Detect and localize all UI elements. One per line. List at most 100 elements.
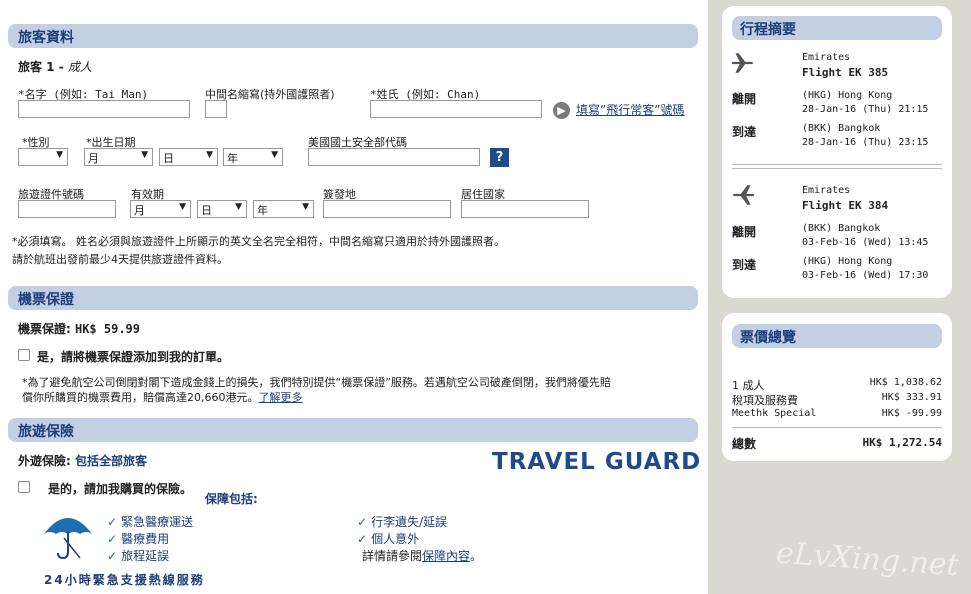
- chevron-down-icon: ▼: [235, 202, 242, 212]
- ticket-protection-price-value: HK$ 59.99: [74, 322, 141, 336]
- ticket-protection-section-header: 機票保證: [8, 286, 698, 310]
- check-icon: ✓: [107, 532, 118, 546]
- hotline-text: 24小時緊急支援熱線服務: [44, 573, 205, 587]
- ticket-protection-checkbox[interactable]: [18, 349, 30, 361]
- insurance-checkbox-label: 是的，請加我購買的保險。: [48, 482, 193, 496]
- arrive-time: 03-Feb-16 (Wed) 17:30: [802, 270, 929, 281]
- arrive-place: (BKK) Bangkok: [802, 123, 881, 134]
- us-security-input[interactable]: [308, 148, 480, 166]
- passenger-section-header: 旅客資料: [8, 24, 698, 48]
- expiry-year-select[interactable]: 年 ▼: [253, 200, 314, 218]
- insurance-section-header: 旅遊保險: [8, 418, 698, 442]
- coverage-details-end: 。: [470, 549, 483, 563]
- coverage-item: ✓ 個人意外: [357, 530, 419, 547]
- coverage-item: ✓ 行李遺失/延誤: [357, 513, 447, 530]
- itinerary-title: 行程摘要: [732, 16, 942, 40]
- fare-row-label: 1 成人: [732, 379, 765, 392]
- required-note: *必須填寫。 姓名必須與旅遊證件上所顯示的英文全名完全相符，中間名縮寫只適用於持…: [12, 235, 505, 248]
- help-icon[interactable]: ?: [490, 148, 509, 167]
- dob-month-select[interactable]: 月 ▼: [84, 148, 153, 166]
- given-name-input[interactable]: [18, 100, 190, 118]
- fare-row-label: Meethk Special: [732, 408, 817, 419]
- expiry-month-value: 月: [134, 204, 145, 217]
- learn-more-link[interactable]: 了解更多: [259, 391, 303, 404]
- ticket-protection-price: 機票保證: HK$ 59.99: [18, 320, 140, 337]
- passenger-heading: 旅客 1 - 成人: [18, 58, 92, 75]
- chevron-down-icon: ▼: [56, 150, 63, 160]
- check-icon: ✓: [107, 515, 118, 529]
- dob-day-select[interactable]: 日 ▼: [159, 148, 218, 166]
- dob-year-select[interactable]: 年 ▼: [223, 148, 283, 166]
- surname-input[interactable]: [370, 100, 542, 118]
- fare-total-value: HK$ 1,272.54: [862, 436, 942, 449]
- middle-name-input[interactable]: [205, 100, 227, 118]
- fare-divider: [732, 427, 942, 428]
- frequent-flyer-link[interactable]: 填寫”飛行常客”號碼: [576, 101, 684, 118]
- depart-label: 離開: [732, 92, 757, 106]
- residence-input[interactable]: [461, 200, 589, 218]
- doc-number-input[interactable]: [18, 200, 116, 218]
- issued-at-input[interactable]: [323, 200, 451, 218]
- ticket-protection-desc-2: 償你所購買的機票費用，賠償高達20,660港元。了解更多: [22, 389, 303, 405]
- outbound-insurance-label: 外遊保險:: [18, 454, 75, 468]
- arrive-label: 到達: [732, 125, 757, 139]
- plane-icon: [732, 53, 754, 73]
- arrive-time: 28-Jan-16 (Thu) 23:15: [802, 137, 929, 148]
- coverage-item: ✓ 醫療費用: [107, 530, 169, 547]
- fare-row-label: 稅項及服務費: [732, 394, 798, 407]
- passenger-label: 旅客 1 -: [18, 60, 68, 74]
- flight-airline: Emirates: [802, 52, 851, 63]
- travel-guard-logo: TRAVEL GUARD: [492, 449, 702, 475]
- flight-airline: Emirates: [802, 185, 851, 196]
- chevron-down-icon: ▼: [141, 150, 148, 160]
- expiry-day-select[interactable]: 日 ▼: [197, 200, 247, 218]
- coverage-item-label: 行李遺失/延誤: [371, 515, 448, 529]
- ticket-protection-desc-2-text: 償你所購買的機票費用，賠償高達20,660港元。: [22, 391, 259, 404]
- dob-day-value: 日: [163, 152, 174, 165]
- coverage-item-label: 醫療費用: [121, 532, 170, 546]
- coverage-item-label: 緊急醫療運送: [121, 515, 194, 529]
- fare-row-value: HK$ 1,038.62: [869, 377, 942, 388]
- chevron-down-icon: ▼: [271, 150, 278, 160]
- depart-place: (HKG) Hong Kong: [802, 90, 893, 101]
- itinerary-card: 行程摘要 Emirates Flight EK 385 離開 (HKG) Hon…: [722, 6, 952, 298]
- coverage-item: ✓ 緊急醫療運送: [107, 513, 193, 530]
- arrive-place: (HKG) Hong Kong: [802, 256, 893, 267]
- insurance-checkbox[interactable]: [18, 481, 30, 493]
- cropped-top-text: ▔▔▔ ▔ ▔ ▔▔▔▔▔▔▔▔▔ ▔▔▔▔▔▔▔▔▔▔▔▔▔▔: [40, 0, 400, 3]
- depart-place: (BKK) Bangkok: [802, 223, 881, 234]
- coverage-details-link[interactable]: 保障內容: [422, 549, 470, 563]
- outbound-insurance-value: 包括全部旅客: [74, 454, 147, 468]
- flight-number: Flight EK 385: [802, 66, 889, 79]
- depart-time: 03-Feb-16 (Wed) 13:45: [802, 237, 929, 248]
- plane-icon: [732, 185, 754, 205]
- arrive-label: 到達: [732, 258, 757, 272]
- coverage-item: ✓ 旅程延誤: [107, 547, 169, 564]
- expiry-year-value: 年: [257, 204, 268, 217]
- frequent-flyer-arrow-icon[interactable]: ▶: [553, 102, 570, 119]
- dob-month-value: 月: [88, 152, 99, 165]
- check-icon: ✓: [107, 549, 118, 563]
- fare-total-label: 總數: [732, 437, 757, 451]
- check-icon: ✓: [357, 532, 368, 546]
- chevron-down-icon: ▼: [206, 150, 213, 160]
- booking-form: ▔▔▔ ▔ ▔ ▔▔▔▔▔▔▔▔▔ ▔▔▔▔▔▔▔▔▔▔▔▔▔▔ 旅客資料 旅客…: [0, 0, 708, 594]
- passenger-type: 成人: [67, 60, 92, 74]
- coverage-title: 保障包括:: [205, 492, 258, 506]
- dob-year-value: 年: [227, 152, 238, 165]
- umbrella-icon: [44, 518, 92, 560]
- depart-label: 離開: [732, 225, 757, 239]
- flight-divider: [732, 168, 942, 169]
- flight-divider: [732, 164, 942, 165]
- check-icon: ✓: [357, 515, 368, 529]
- ticket-protection-desc-1: *為了避免航空公司倒閉對閣下造成金錢上的損失，我們特別提供“機票保證”服務。若遇…: [22, 376, 611, 389]
- coverage-details: 詳情請參閱保障內容。: [362, 547, 482, 564]
- gender-select[interactable]: ▼: [18, 148, 68, 166]
- fare-row-value: HK$ 333.91: [881, 392, 942, 403]
- coverage-details-text: 詳情請參閱: [362, 549, 423, 563]
- fare-row-value: HK$ -99.99: [881, 408, 942, 419]
- expiry-day-value: 日: [201, 204, 212, 217]
- coverage-item-label: 個人意外: [371, 532, 420, 546]
- chevron-down-icon: ▼: [302, 202, 309, 212]
- expiry-month-select[interactable]: 月 ▼: [130, 200, 191, 218]
